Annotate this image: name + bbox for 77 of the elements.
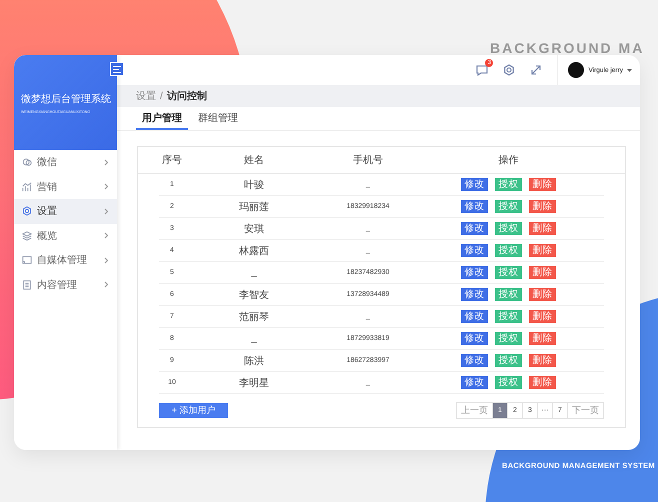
edit-button[interactable]: 修改 [461,376,488,389]
column-header: 序号 [162,154,182,167]
menu-toggle[interactable] [110,62,124,76]
grant-button[interactable]: 授权 [495,332,522,345]
breadcrumb-item[interactable]: 设置 [136,89,156,103]
user-avatar[interactable] [568,62,584,78]
breadcrumb-item: 访问控制 [166,89,207,103]
table-cell-text: 林露西 [239,244,269,258]
chevron-icon [104,208,109,215]
sidebar-item[interactable]: 概览 [14,224,117,248]
grant-button[interactable]: 授权 [495,222,522,235]
table-cell-text: 玛丽莲 [239,200,269,214]
edit-button[interactable]: 修改 [461,178,488,191]
edit-button[interactable]: 修改 [461,354,488,367]
grant-button[interactable]: 授权 [495,288,522,301]
chevron-icon [104,158,109,166]
delete-button[interactable]: 删除 [529,244,556,257]
column-header: 姓名 [244,154,264,167]
screen-icon [22,255,32,266]
settings-icon[interactable] [503,64,516,76]
grant-button[interactable]: 授权 [495,200,522,213]
grant-button[interactable]: 授权 [495,178,522,191]
column-header: 操作 [498,154,518,167]
delete-button[interactable]: 删除 [529,354,556,367]
delete-button[interactable]: 删除 [529,376,556,389]
sidebar-item[interactable]: 自媒体管理 [14,248,117,272]
grant-button[interactable]: 授权 [495,244,522,257]
column-header: 手机号 [353,154,383,167]
edit-button[interactable]: 修改 [461,332,488,345]
chevron-icon [104,256,109,264]
chart-icon [22,182,32,192]
delete-button[interactable]: 删除 [529,178,556,191]
chevron-icon [104,232,109,240]
app-title: 微梦想后台管理系统 [21,92,110,106]
delete-button[interactable]: 删除 [529,222,556,235]
delete-button[interactable]: 删除 [529,332,556,345]
chat-icon [22,157,32,168]
chevron-icon [104,281,109,288]
sidebar-item[interactable]: 微信 [14,150,117,174]
gear-icon [22,206,32,216]
edit-button[interactable]: 修改 [461,310,488,323]
menu-icon [113,66,121,72]
edit-button[interactable]: 修改 [461,266,488,279]
table-cell-text: 李明星 [239,376,269,390]
sidebar-item[interactable]: 内容管理 [14,272,117,297]
caret-icon[interactable] [627,68,632,72]
edit-button[interactable]: 修改 [461,200,488,213]
message-icon[interactable] [476,64,488,76]
table-cell: _ [251,267,257,278]
delete-button[interactable]: 删除 [529,200,556,213]
delete-button[interactable]: 删除 [529,266,556,279]
sidebar-item[interactable]: 营销 [14,174,117,199]
expand-icon[interactable] [530,64,542,76]
delete-button[interactable]: 删除 [529,288,556,301]
tab[interactable]: 群组管理 [192,107,244,130]
table-cell-text: 陈洪 [244,354,264,368]
tab[interactable]: 用户管理 [136,107,188,130]
grant-button[interactable]: 授权 [495,266,522,279]
table-cell-text: 安琪 [244,222,264,236]
backdrop-headline: BACKGROUND MA [490,40,644,56]
grant-button[interactable]: 授权 [495,376,522,389]
table-cell-text: 范丽琴 [239,310,269,324]
edit-button[interactable]: 修改 [461,288,488,301]
add-user-button[interactable]: + 添加用户 [159,403,228,418]
edit-button[interactable]: 修改 [461,222,488,235]
table-cell-text: 叶骏 [244,178,264,192]
delete-button[interactable]: 删除 [529,310,556,323]
edit-button[interactable]: 修改 [461,244,488,257]
grant-button[interactable]: 授权 [495,354,522,367]
breadcrumb-separator: / [160,90,163,102]
sidebar-item[interactable]: 设置 [14,199,117,224]
grant-button[interactable]: 授权 [495,310,522,323]
table-cell-text: 李智友 [239,288,269,302]
doc-icon [22,280,32,290]
chevron-icon [104,183,109,190]
table-cell: _ [251,333,257,344]
layers-icon [22,230,32,241]
